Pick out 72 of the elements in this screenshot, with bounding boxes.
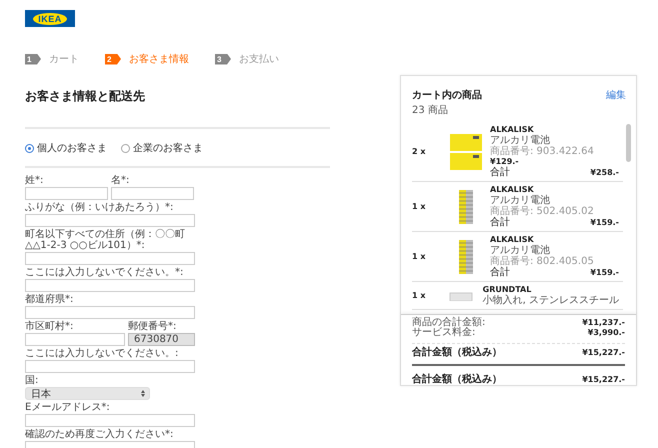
field-label: ここには入力しないでください。: xyxy=(25,348,180,359)
unit-price: ¥129.- xyxy=(490,157,520,166)
step-label: カート xyxy=(49,53,79,66)
field-label: ここには入力しないでください。*: xyxy=(25,267,184,278)
product-description: アルカリ電池 xyxy=(490,195,551,206)
total-label: 合計 xyxy=(490,267,510,278)
input-field[interactable] xyxy=(25,306,195,319)
input-field[interactable] xyxy=(25,333,125,346)
customer-type-radio[interactable]: 個人のお客さま xyxy=(25,141,107,155)
container-drawing xyxy=(448,290,473,300)
ikea-logo[interactable]: IKEA xyxy=(25,10,75,27)
customer-type-radio[interactable]: 企業のお客さま xyxy=(121,141,203,155)
product-name: ALKALISK xyxy=(490,125,535,135)
battery-drawing xyxy=(449,132,483,170)
battery-pack-drawing xyxy=(459,240,473,274)
step-label: お支払い xyxy=(239,52,279,66)
quantity: 1 x xyxy=(412,202,427,211)
field-label: 市区町村*: xyxy=(25,321,74,332)
input-field[interactable] xyxy=(25,187,108,200)
summary-value: ¥11,237.- xyxy=(582,318,625,328)
input-field[interactable] xyxy=(25,214,195,227)
field-label: 町名以下すべての住所（例：〇〇町△△1-2-3 ○○ビル101）*: xyxy=(25,229,186,251)
article-number: 商品番号: 802.405.05 xyxy=(490,256,595,267)
updown-icon xyxy=(141,390,145,397)
input-field[interactable] xyxy=(111,187,194,200)
battery-pack-drawing xyxy=(459,190,473,224)
article-number: 商品番号: 502.405.02 xyxy=(490,206,595,217)
total-label: 合計金額（税込み） xyxy=(412,348,502,358)
product-description: アルカリ電池 xyxy=(490,135,551,146)
grand-total-label: 合計金額（税込み） xyxy=(412,375,502,385)
line-total: ¥159.- xyxy=(590,268,619,278)
product-name: ALKALISK xyxy=(490,185,535,195)
article-number: 商品番号: 903.422.64 xyxy=(490,146,595,157)
product-name: ALKALISK xyxy=(490,235,535,245)
summary-label: 商品の合計金額: xyxy=(412,318,486,328)
step-number: 3 xyxy=(215,54,231,64)
product-description: 小物入れ, ステンレススチール xyxy=(482,295,619,306)
radio-icon[interactable] xyxy=(121,144,130,152)
summary-value: ¥3,990.- xyxy=(588,328,625,338)
step-label: お客さま情報 xyxy=(129,52,189,66)
total-value: ¥15,227.- xyxy=(582,348,625,358)
line-total: ¥258.- xyxy=(590,168,619,178)
field-label: 姓*: xyxy=(25,175,44,186)
total-label: 合計 xyxy=(490,167,510,178)
field-label: ふりがな（例：いけあたろう）*: xyxy=(25,202,174,213)
step-number: 2 xyxy=(105,54,121,64)
total-label: 合計 xyxy=(490,217,510,228)
country-select[interactable]: 日本 xyxy=(25,387,150,400)
section-heading: お客さま情報と配送先 xyxy=(25,88,146,105)
field-label: 国: xyxy=(25,375,40,386)
step-number: 1 xyxy=(25,54,41,64)
radio-icon[interactable] xyxy=(25,144,34,152)
line-total: ¥159.- xyxy=(590,218,619,228)
input-field[interactable] xyxy=(25,414,195,427)
product-name: GRUNDTAL xyxy=(482,285,532,294)
field-label: 名*: xyxy=(111,175,130,186)
quantity: 1 x xyxy=(412,291,427,300)
item-count: 23 商品 xyxy=(412,104,449,117)
edit-link[interactable]: 編集 xyxy=(606,88,626,117)
quantity: 1 x xyxy=(412,252,427,261)
product-description: アルカリ電池 xyxy=(490,245,551,256)
field-label: 確認のため再度ご入力ください*: xyxy=(25,429,174,440)
input-field[interactable] xyxy=(25,360,195,373)
summary-label: サービス料金: xyxy=(412,328,476,338)
field-label: Eメールアドレス*: xyxy=(25,402,111,413)
field-label: 郵便番号*: xyxy=(128,321,178,332)
input-field[interactable] xyxy=(25,279,195,292)
field-label: 都道府県*: xyxy=(25,294,74,305)
cart-title: カート内の商品 xyxy=(412,88,482,102)
input-field[interactable] xyxy=(25,252,195,265)
quantity: 2 x xyxy=(412,147,427,156)
grand-total-value: ¥15,227.- xyxy=(582,375,625,385)
